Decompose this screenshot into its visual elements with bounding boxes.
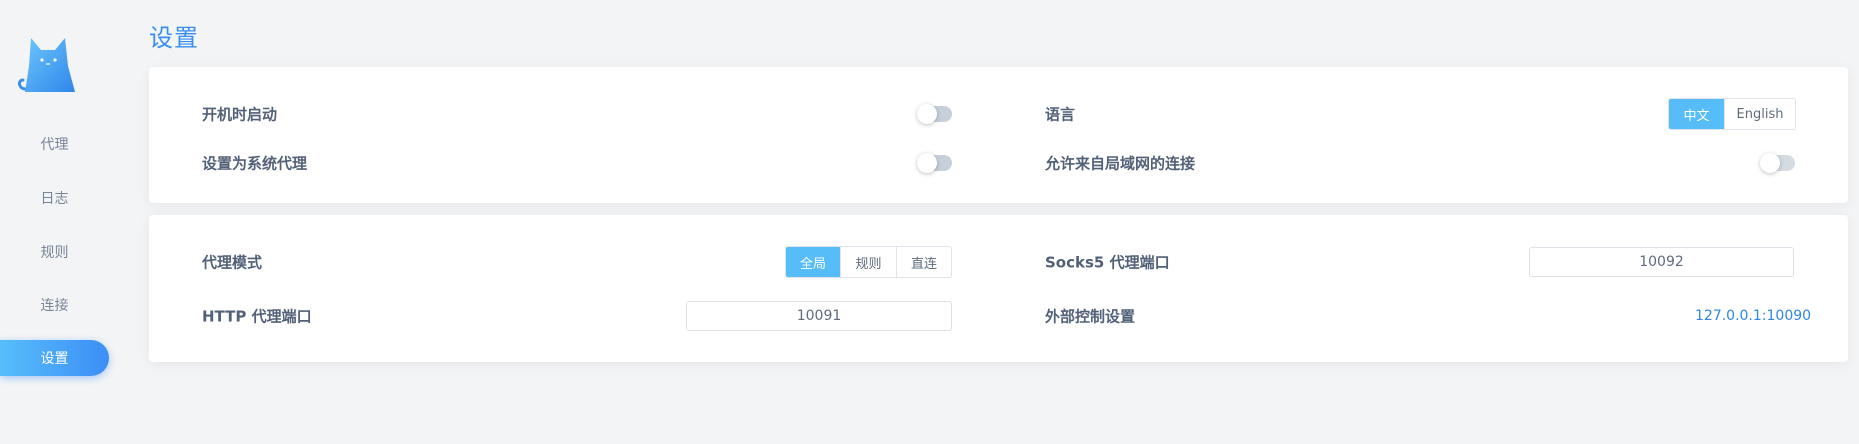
sidebar-item-connections[interactable]: 连接 <box>0 287 109 323</box>
proxy-mode-option-rule[interactable]: 规则 <box>841 247 897 277</box>
sidebar-item-label: 规则 <box>40 245 69 261</box>
external-controller-link[interactable]: 127.0.0.1:10090 <box>1695 308 1811 324</box>
proxy-mode-label: 代理模式 <box>202 253 263 272</box>
allow-lan-toggle[interactable] <box>1760 153 1795 173</box>
sidebar-item-label: 日志 <box>40 191 69 207</box>
sidebar: 代理 日志 规则 连接 设置 <box>0 0 145 444</box>
toggle-knob <box>917 153 937 173</box>
proxy-mode-option-direct[interactable]: 直连 <box>897 247 951 277</box>
general-settings-card: 开机时启动 设置为系统代理 语言 中文 English 允许来自局域网的连接 <box>149 67 1848 203</box>
sidebar-item-settings[interactable]: 设置 <box>0 340 109 376</box>
toggle-knob <box>1760 153 1780 173</box>
sidebar-item-logs[interactable]: 日志 <box>0 180 109 216</box>
start-at-login-toggle[interactable] <box>917 104 952 124</box>
socks5-port-input[interactable]: 10092 <box>1529 247 1794 277</box>
proxy-mode-selector: 全局 规则 直连 <box>785 246 952 278</box>
sidebar-item-rules[interactable]: 规则 <box>0 234 109 270</box>
sidebar-item-label: 设置 <box>40 351 69 367</box>
http-port-label: HTTP 代理端口 <box>202 307 312 326</box>
sidebar-item-label: 代理 <box>40 137 69 153</box>
toggle-knob <box>917 104 937 124</box>
language-option-english[interactable]: English <box>1725 99 1795 129</box>
proxy-settings-card: 代理模式 全局 规则 直连 HTTP 代理端口 10091 Socks5 代理端… <box>149 215 1848 362</box>
proxy-mode-option-global[interactable]: 全局 <box>786 247 841 277</box>
http-port-input[interactable]: 10091 <box>686 301 952 331</box>
page-title: 设置 <box>149 24 199 52</box>
language-selector: 中文 English <box>1668 98 1796 130</box>
start-at-login-label: 开机时启动 <box>202 105 278 124</box>
language-label: 语言 <box>1045 105 1076 124</box>
allow-lan-label: 允许来自局域网的连接 <box>1045 154 1196 173</box>
sidebar-item-proxy[interactable]: 代理 <box>0 126 109 162</box>
system-proxy-label: 设置为系统代理 <box>202 154 308 173</box>
socks5-port-label: Socks5 代理端口 <box>1045 253 1170 272</box>
cat-logo-icon <box>18 38 75 92</box>
external-controller-label: 外部控制设置 <box>1045 307 1136 326</box>
system-proxy-toggle[interactable] <box>917 153 952 173</box>
sidebar-item-label: 连接 <box>40 298 69 314</box>
language-option-chinese[interactable]: 中文 <box>1669 99 1725 129</box>
